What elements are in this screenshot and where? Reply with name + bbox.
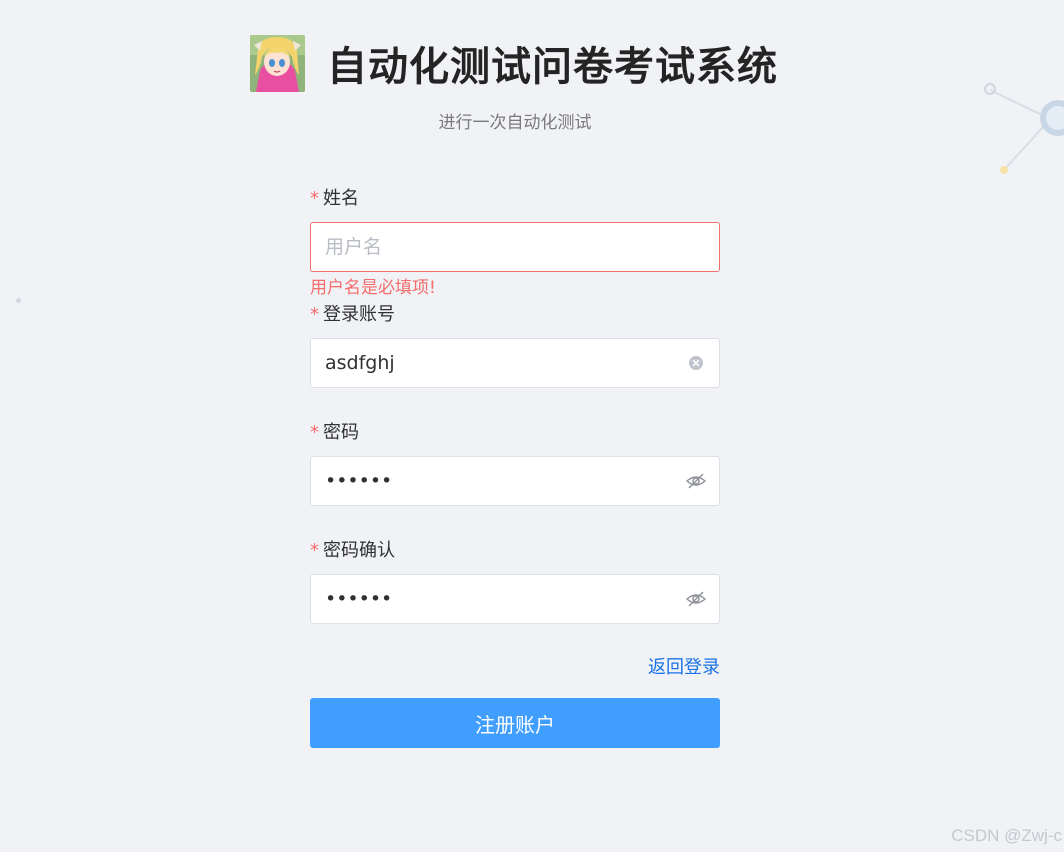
password-label: * 密码 bbox=[310, 420, 720, 446]
password-confirm-label-text: 密码确认 bbox=[323, 540, 395, 561]
name-error-message: 用户名是必填项! bbox=[310, 278, 436, 298]
name-input[interactable] bbox=[311, 223, 719, 271]
required-mark: * bbox=[310, 188, 319, 209]
password-input[interactable] bbox=[311, 457, 685, 505]
required-mark: * bbox=[310, 422, 319, 443]
register-form: * 姓名 用户名是必填项! * 登录账号 * 密码 bbox=[310, 186, 720, 748]
eye-hidden-icon[interactable] bbox=[685, 588, 707, 610]
form-item-account: * 登录账号 bbox=[310, 302, 720, 388]
form-item-password-confirm: * 密码确认 bbox=[310, 538, 720, 624]
account-label: * 登录账号 bbox=[310, 302, 720, 328]
name-label: * 姓名 bbox=[310, 186, 720, 212]
register-button[interactable]: 注册账户 bbox=[310, 698, 720, 748]
back-to-login-link[interactable]: 返回登录 bbox=[648, 657, 720, 678]
password-confirm-input[interactable] bbox=[311, 575, 685, 623]
name-label-text: 姓名 bbox=[323, 188, 359, 209]
password-input-wrapper bbox=[310, 456, 720, 506]
account-label-text: 登录账号 bbox=[323, 304, 395, 325]
account-input[interactable] bbox=[311, 339, 685, 387]
avatar-logo bbox=[250, 34, 305, 92]
account-input-wrapper bbox=[310, 338, 720, 388]
decorative-dot bbox=[16, 298, 21, 303]
password-confirm-label: * 密码确认 bbox=[310, 538, 720, 564]
form-item-name: * 姓名 用户名是必填项! bbox=[310, 186, 720, 302]
password-label-text: 密码 bbox=[323, 422, 359, 443]
required-mark: * bbox=[310, 304, 319, 325]
name-input-wrapper bbox=[310, 222, 720, 272]
watermark: CSDN @Zwj-c bbox=[951, 826, 1062, 845]
page-header: 自动化测试问卷考试系统 bbox=[250, 34, 778, 92]
form-item-password: * 密码 bbox=[310, 420, 720, 506]
eye-hidden-icon[interactable] bbox=[685, 470, 707, 492]
required-mark: * bbox=[310, 540, 319, 561]
page-title: 自动化测试问卷考试系统 bbox=[327, 44, 778, 90]
login-link-row: 返回登录 bbox=[310, 654, 720, 682]
password-confirm-input-wrapper bbox=[310, 574, 720, 624]
clear-circle-icon[interactable] bbox=[685, 352, 707, 374]
page-subtitle: 进行一次自动化测试 bbox=[438, 113, 592, 133]
